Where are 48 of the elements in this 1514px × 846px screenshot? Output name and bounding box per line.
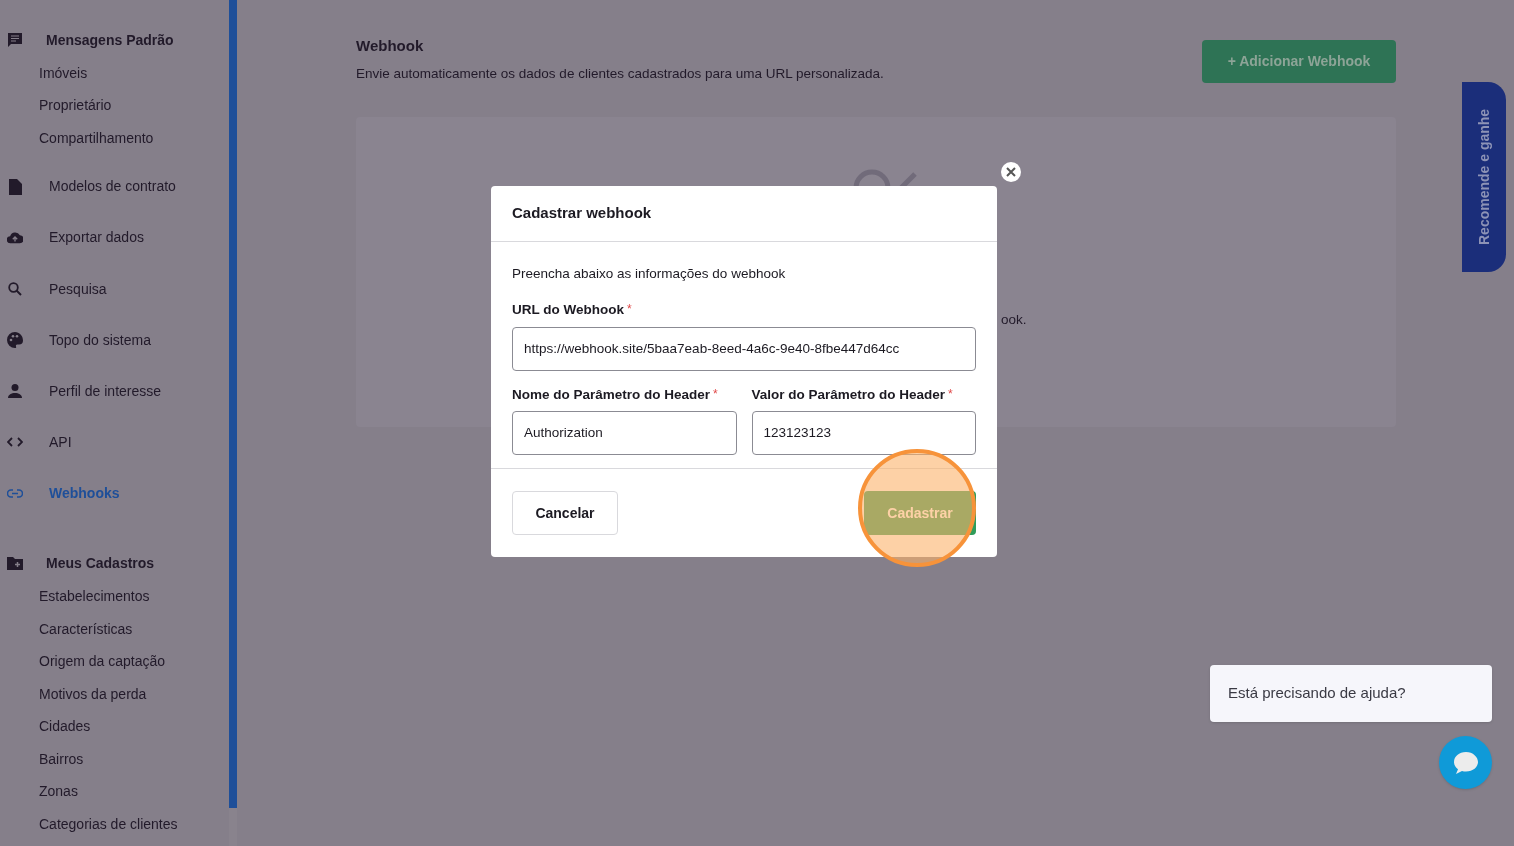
folder-add-icon bbox=[7, 556, 23, 570]
sidebar-item[interactable]: Estabelecimentos bbox=[0, 585, 150, 608]
cancel-button[interactable]: Cancelar bbox=[512, 491, 618, 535]
sidebar-item[interactable]: Perfil de interesse bbox=[49, 380, 162, 402]
referral-tab[interactable]: Recomende e ganhe bbox=[1462, 82, 1506, 272]
message-icon bbox=[7, 32, 23, 49]
sidebar-section-header[interactable]: Meus Cadastros bbox=[46, 552, 155, 574]
palette-icon bbox=[7, 332, 23, 349]
sidebar-item[interactable]: Cidades bbox=[0, 715, 91, 738]
page-description: Envie automaticamente os dados de clientes cadastrados para uma URL personalizada. bbox=[356, 64, 884, 83]
sidebar-item[interactable]: Compartilhamento bbox=[0, 127, 154, 150]
modal-instructions: Preencha abaixo as informações do webhook bbox=[512, 265, 787, 283]
input-field[interactable]: https://webhook.site/5baa7eab-8eed-4a6c-9e40-8fbe447d64cc bbox=[512, 326, 976, 371]
search-icon bbox=[8, 282, 22, 296]
field-label: Nome do Parâmetro do Header bbox=[512, 385, 711, 404]
sidebar-item[interactable]: Bairros bbox=[0, 748, 84, 771]
document-icon bbox=[8, 178, 22, 195]
code-icon bbox=[7, 437, 23, 448]
chat-button[interactable] bbox=[1439, 736, 1492, 789]
empty-state-text: ook. bbox=[1001, 310, 1027, 329]
sidebar-item[interactable]: Exportar dados bbox=[49, 227, 144, 249]
sidebar-item[interactable]: Categorias de clientes bbox=[0, 813, 178, 836]
sidebar-item[interactable]: Características bbox=[0, 618, 133, 641]
input-field[interactable]: 123123123 bbox=[751, 410, 976, 455]
sidebar-item[interactable]: Origem da captação bbox=[0, 650, 166, 673]
field-label: Valor do Parâmetro do Header bbox=[751, 385, 946, 404]
sidebar-item[interactable]: Motivos da perda bbox=[0, 683, 147, 706]
link-icon bbox=[7, 488, 23, 498]
page-title: Webhook bbox=[356, 36, 425, 56]
input-field[interactable]: Authorization bbox=[512, 410, 737, 455]
speech-bubble-icon bbox=[1451, 749, 1480, 776]
sidebar-item[interactable]: Imóveis bbox=[0, 62, 88, 85]
modal-title: Cadastrar webhook bbox=[512, 203, 652, 224]
help-bubble[interactable]: Está precisando de ajuda? bbox=[1210, 665, 1492, 722]
scrollbar-thumb[interactable] bbox=[229, 0, 237, 808]
sidebar-item[interactable]: Pesquisa bbox=[49, 278, 107, 300]
sidebar-item[interactable]: Topo do sistema bbox=[49, 329, 151, 351]
sidebar-item[interactable]: Proprietário bbox=[0, 94, 112, 117]
sidebar-item[interactable]: Modelos de contrato bbox=[49, 176, 176, 198]
sidebar-item[interactable]: API bbox=[49, 431, 72, 453]
sidebar-item[interactable]: Zonas bbox=[0, 780, 78, 803]
field-label: URL do Webhook bbox=[512, 301, 624, 320]
cloud-upload-icon bbox=[7, 231, 23, 245]
required-mark: * bbox=[713, 385, 718, 403]
required-mark: * bbox=[948, 385, 953, 403]
sidebar-section-header[interactable]: Mensagens Padrão bbox=[46, 29, 174, 51]
required-mark: * bbox=[627, 301, 632, 319]
person-icon bbox=[8, 384, 22, 399]
